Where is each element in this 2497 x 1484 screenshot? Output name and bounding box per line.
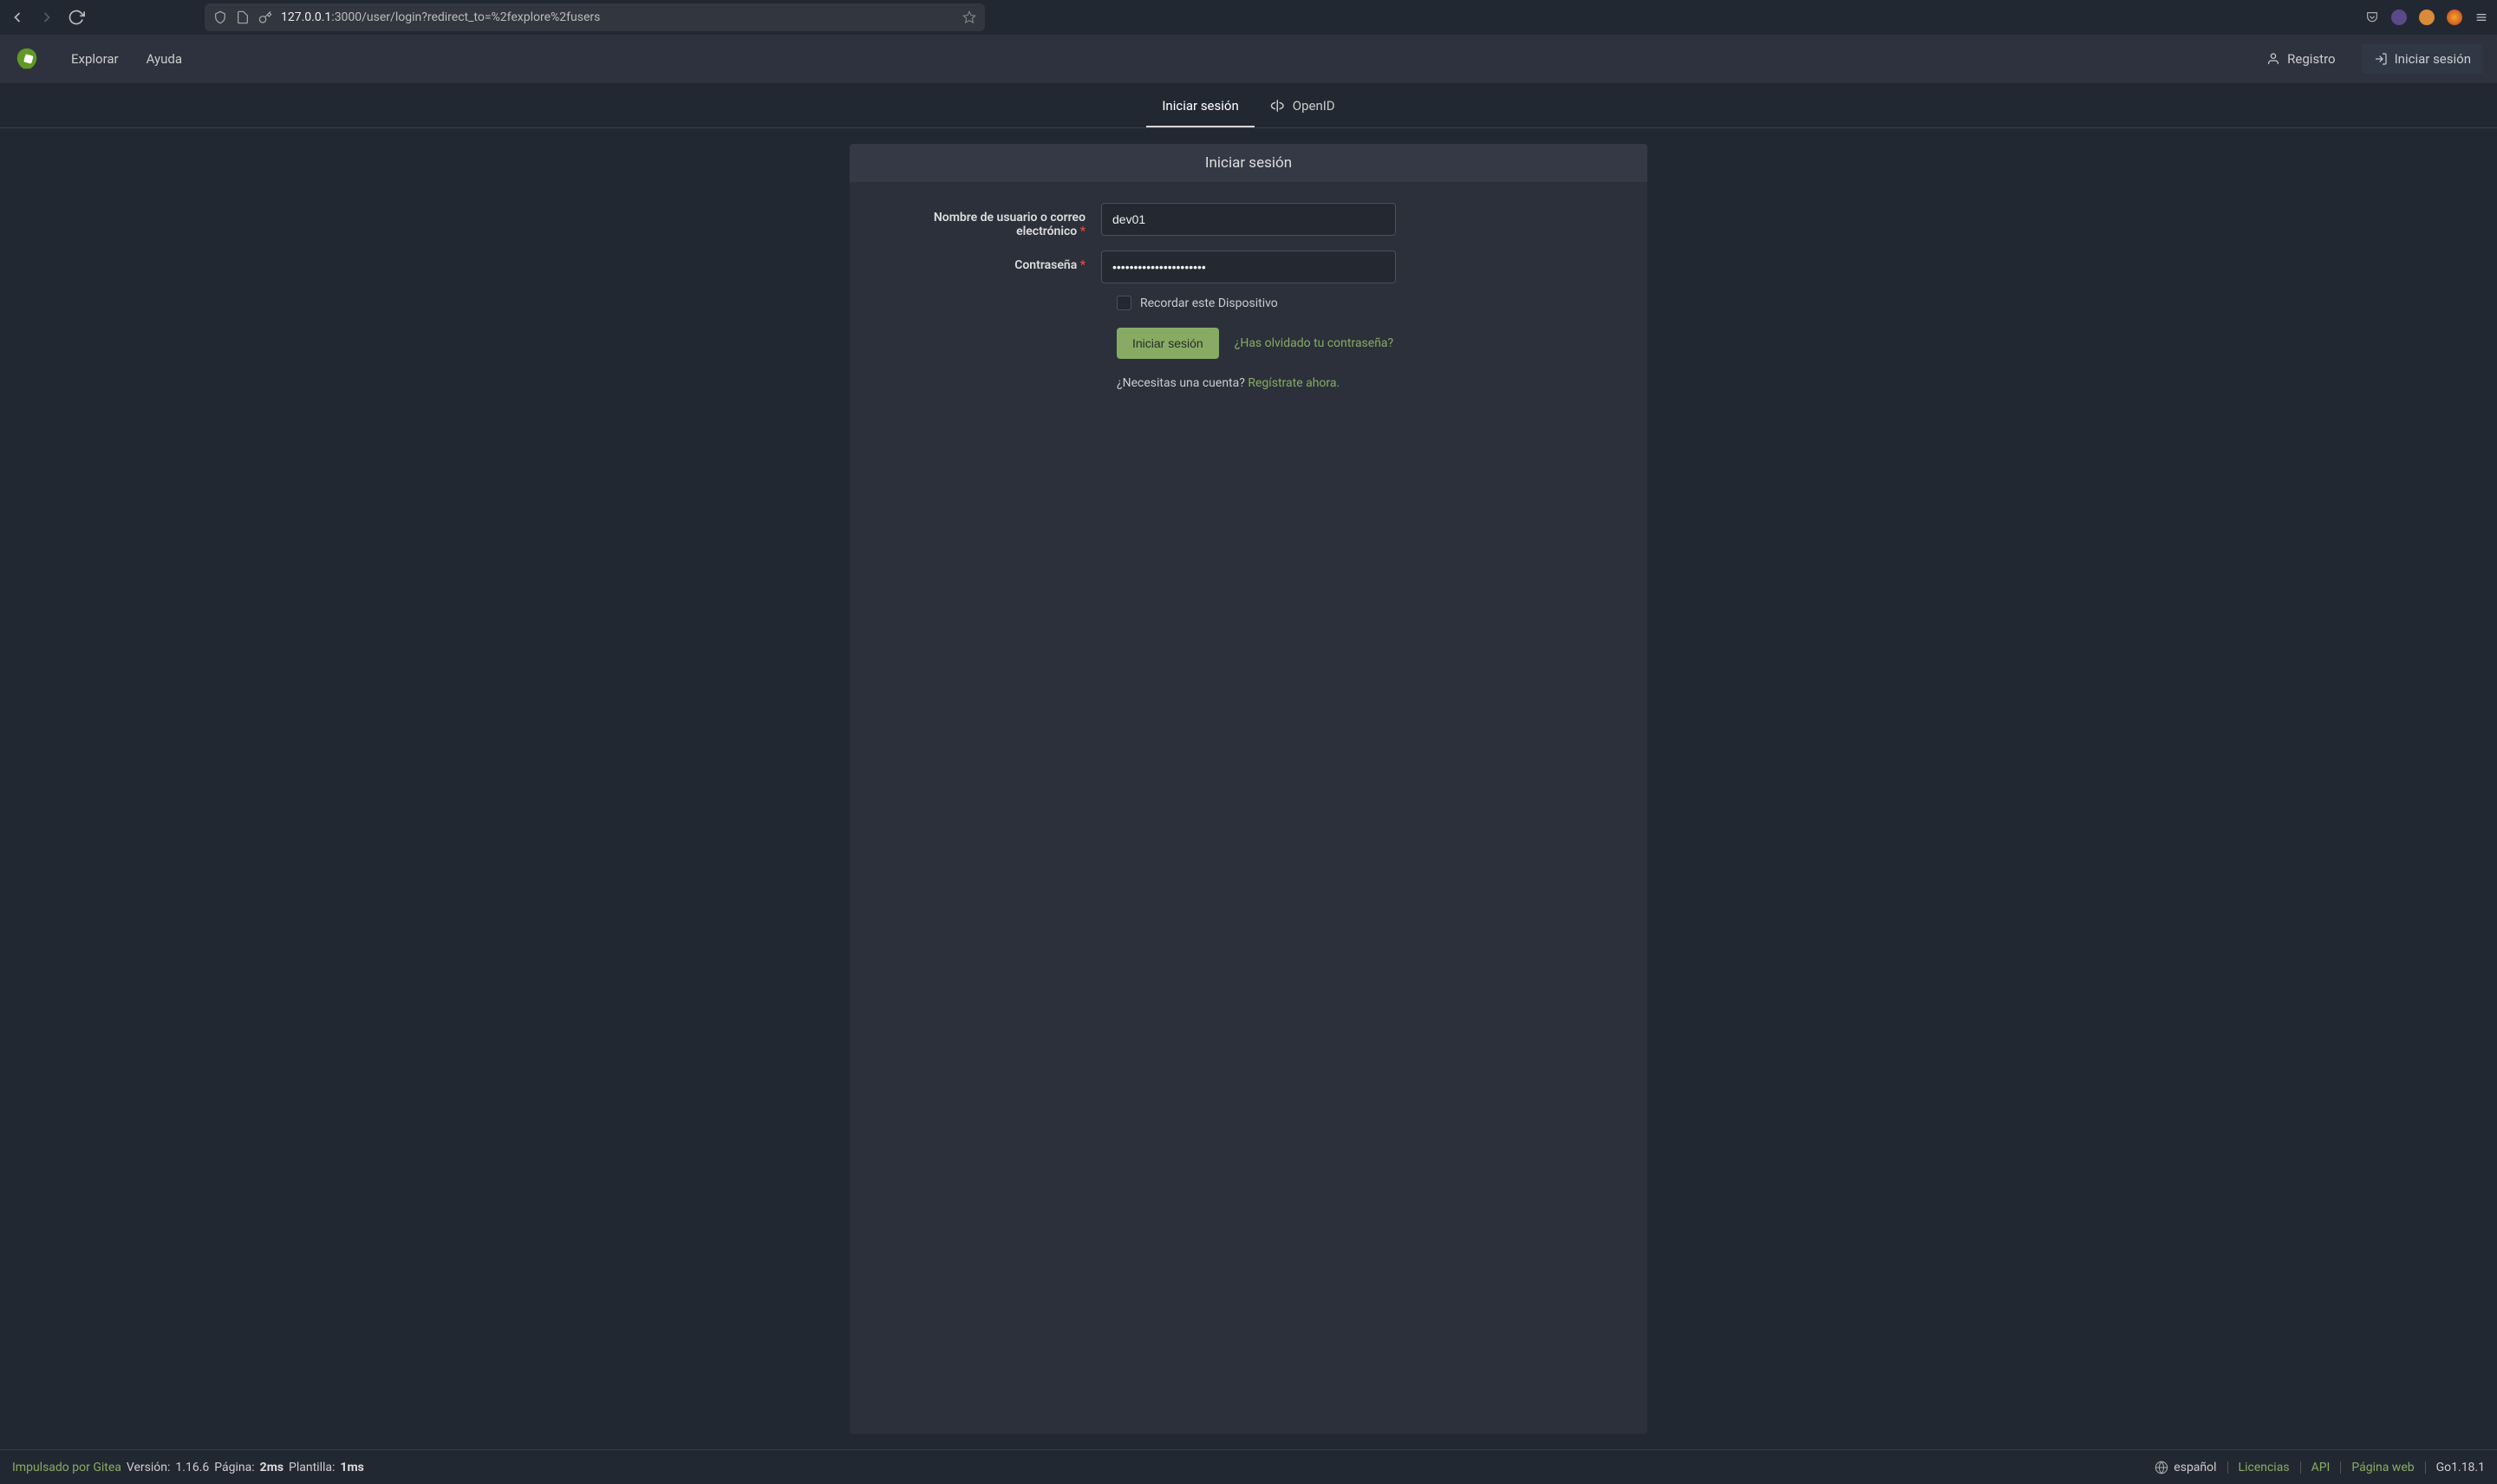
forgot-password-link[interactable]: ¿Has olvidado tu contraseña? [1235,336,1393,350]
iniciar-sesion-label: Iniciar sesión [2395,51,2471,67]
extension-icon-cookie[interactable] [2419,10,2435,25]
shield-icon [213,10,227,24]
reload-button[interactable] [68,9,85,26]
footer-plantilla-label: Plantilla: [289,1461,335,1474]
extension-icon-purple[interactable] [2391,10,2407,25]
username-input[interactable] [1101,203,1396,236]
extension-icon-explosion[interactable] [2447,10,2462,25]
remember-checkbox[interactable] [1117,296,1131,310]
tab-login[interactable]: Iniciar sesión [1146,86,1254,127]
main-content: Iniciar sesión Nombre de usuario o corre… [0,128,2497,1449]
username-label: Nombre de usuario o correo electrónico * [876,203,1101,238]
forward-button[interactable] [38,9,55,26]
footer-api-link[interactable]: API [2311,1461,2331,1474]
footer-pagina-label: Página: [214,1461,254,1474]
tab-openid[interactable]: OpenID [1255,86,1351,127]
openid-icon [1270,98,1286,114]
password-input[interactable] [1101,251,1396,283]
iniciar-sesion-button[interactable]: Iniciar sesión [2362,44,2483,74]
footer-version-label: Versión: [127,1461,171,1474]
footer-pagina-value: 2ms [260,1461,284,1474]
footer-gitea-link[interactable]: Impulsado por Gitea [12,1461,121,1474]
footer-divider [2425,1461,2426,1474]
page-footer: Impulsado por Gitea Versión: 1.16.6 Pági… [0,1449,2497,1484]
gitea-logo-icon[interactable] [14,46,40,72]
tab-openid-label: OpenID [1293,98,1335,114]
language-label: español [2174,1461,2216,1474]
registro-button[interactable]: Registro [2256,44,2345,74]
browser-toolbar: 127.0.0.1:3000/user/login?redirect_to=%2… [0,0,2497,35]
footer-plantilla-value: 1ms [340,1461,363,1474]
nav-explorar[interactable]: Explorar [57,35,133,83]
footer-divider [2227,1461,2228,1474]
registro-label: Registro [2287,51,2335,67]
auth-tabs: Iniciar sesión OpenID [0,83,2497,128]
page-header: Explorar Ayuda Registro Iniciar sesión [0,35,2497,83]
register-prompt: ¿Necesitas una cuenta? Regístrate ahora. [1117,376,1621,390]
globe-icon [2155,1461,2168,1474]
password-label: Contraseña * [876,251,1101,272]
register-now-link[interactable]: Regístrate ahora. [1248,376,1340,390]
footer-divider [2340,1461,2341,1474]
menu-icon[interactable] [2474,10,2488,24]
footer-divider [2300,1461,2301,1474]
document-icon [236,10,250,24]
pocket-icon[interactable] [2365,10,2379,24]
login-panel-title: Iniciar sesión [850,144,1647,182]
submit-button[interactable]: Iniciar sesión [1117,328,1219,359]
address-bar[interactable]: 127.0.0.1:3000/user/login?redirect_to=%2… [205,3,985,31]
key-icon [258,10,272,24]
remember-label: Recordar este Dispositivo [1140,296,1278,310]
footer-version-value: 1.16.6 [175,1461,209,1474]
url-text: 127.0.0.1:3000/user/login?redirect_to=%2… [281,10,954,24]
footer-go-version: Go1.18.1 [2436,1461,2485,1474]
tab-login-label: Iniciar sesión [1162,98,1238,114]
footer-licencias-link[interactable]: Licencias [2239,1461,2290,1474]
language-selector[interactable]: español [2155,1461,2216,1474]
nav-ayuda[interactable]: Ayuda [133,35,196,83]
back-button[interactable] [9,9,26,26]
login-panel: Iniciar sesión Nombre de usuario o corre… [850,144,1647,1434]
footer-pagina-web-link[interactable]: Página web [2351,1461,2414,1474]
bookmark-star-icon[interactable] [962,10,976,24]
